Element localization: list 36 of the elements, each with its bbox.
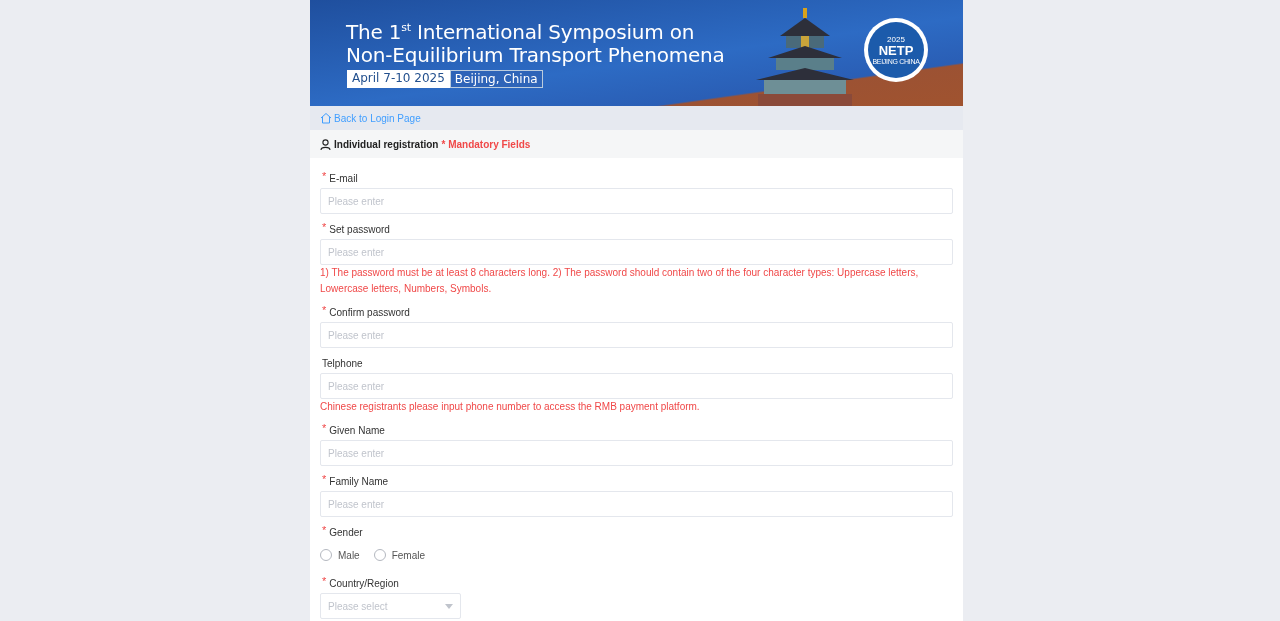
home-icon: [320, 112, 332, 124]
field-label: Confirm password: [329, 306, 410, 318]
field-label: Country/Region: [329, 577, 399, 589]
section-title: Individual registration: [334, 138, 439, 150]
field-label: Set password: [329, 223, 390, 235]
banner-location: Beijing, China: [449, 70, 543, 88]
logo-year: 2025: [887, 34, 905, 44]
input-field[interactable]: Please enter: [320, 440, 953, 466]
field-label: Gender: [329, 526, 363, 538]
banner-dates: April 7-10 2025: [347, 70, 450, 88]
input-field[interactable]: Please enter: [320, 239, 953, 265]
required-asterisk: *: [322, 171, 327, 182]
radio-option[interactable]: Male: [320, 549, 360, 561]
field-label: Family Name: [329, 475, 389, 487]
input-field[interactable]: Please enter: [320, 373, 953, 399]
banner-title: The 1$^{st}$ International Symposium on: [346, 19, 696, 44]
required-asterisk: *: [322, 305, 327, 316]
field-label: E-mail: [329, 172, 358, 184]
field-label: Telphone: [322, 357, 363, 369]
input-field[interactable]: Please enter: [320, 188, 953, 214]
radio-option[interactable]: Female: [373, 549, 426, 561]
field-hint: Chinese registrants please input phone number to access the RMB payment platform.: [320, 400, 701, 414]
field-hint: 1) The password must be at least 8 characters long. 2) The password should contain two of the four character types: Uppercase letters, Lowercase letters, Numbers, Symbols.: [320, 266, 920, 296]
input-field[interactable]: Please enter: [320, 491, 953, 517]
required-asterisk: *: [322, 576, 327, 587]
required-asterisk: *: [322, 423, 327, 434]
required-asterisk: *: [322, 222, 327, 233]
field-label: Given Name: [329, 424, 385, 436]
input-field[interactable]: Please enter: [320, 322, 953, 348]
banner-title: Non-Equilibrium Transport Phenomena: [346, 44, 726, 67]
caret-icon: [445, 603, 453, 609]
person-icon: [320, 138, 331, 150]
mandatory-note: * Mandatory Fields: [441, 138, 531, 150]
required-asterisk: *: [322, 525, 327, 536]
logo-name: NETP: [878, 43, 914, 58]
required-asterisk: *: [322, 474, 327, 485]
